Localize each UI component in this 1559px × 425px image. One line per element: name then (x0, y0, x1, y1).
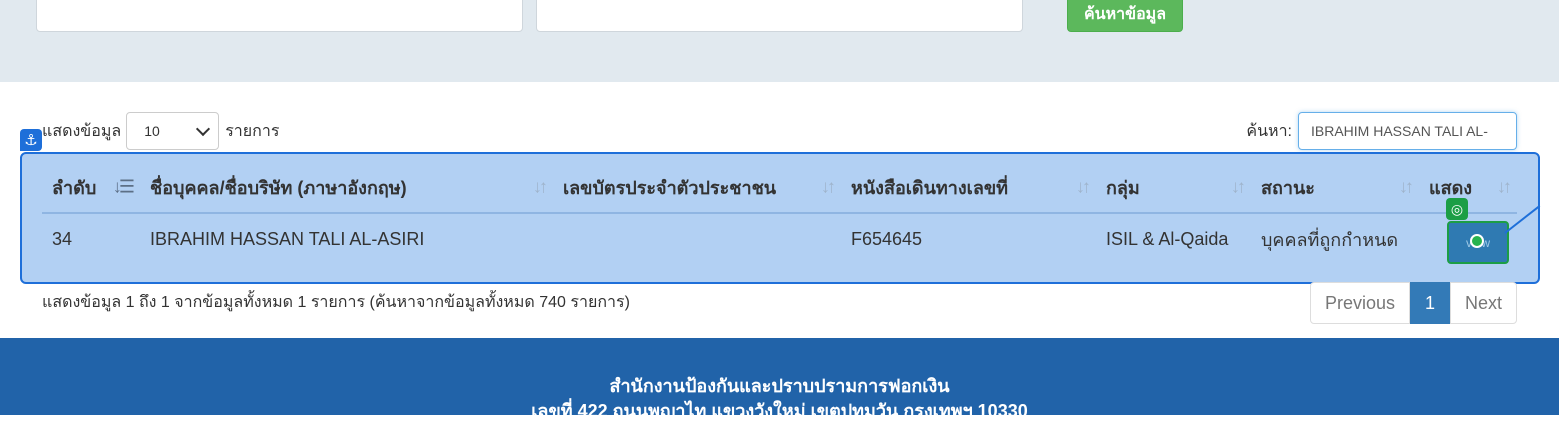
length-value: 10 (144, 123, 160, 139)
col-header-group[interactable]: กลุ่ม ↓↑ (1096, 162, 1251, 214)
pagination: Previous 1 Next (1310, 282, 1517, 324)
footer: สำนักงานป้องกันและปราบปรามการฟอกเงิน เลข… (0, 338, 1559, 421)
length-prefix: แสดงข้อมูล (42, 122, 122, 140)
search-button[interactable]: ค้นหาข้อมูล (1067, 0, 1183, 32)
cell-no: 34 (52, 228, 73, 249)
sort-icon: ↓↑ (533, 176, 548, 197)
table-filter: ค้นหา: IBRAHIM HASSAN TALI AL- (1246, 112, 1517, 150)
col-header-no[interactable]: ลำดับ ↓☰ (42, 162, 140, 214)
cell-status: บุคคลที่ถูกกำหนด (1261, 229, 1399, 250)
cell-id-card (553, 213, 841, 264)
col-header-status[interactable]: สถานะ ↓↑ (1251, 162, 1419, 214)
cell-passport: F654645 (851, 228, 923, 249)
pagination-page-1[interactable]: 1 (1410, 282, 1450, 324)
pagination-previous[interactable]: Previous (1310, 282, 1410, 324)
col-header-id-card[interactable]: เลขบัตรประจำตัวประชาชน ↓↑ (553, 162, 841, 214)
col-header-view[interactable]: แสดง ↓↑ (1419, 162, 1517, 214)
col-header-passport[interactable]: หนังสือเดินทางเลขที่ ↓↑ (841, 162, 1096, 214)
sort-icon: ↓↑ (1399, 176, 1414, 197)
length-control: แสดงข้อมูล 10 รายการ (42, 112, 279, 150)
search-panel: ค้นหาข้อมูล (0, 0, 1559, 82)
col-header-name[interactable]: ชื่อบุคคล/ชื่อบริษัท (ภาษาอังกฤษ) ↓↑ (140, 162, 553, 214)
sort-icon: ↓↑ (1231, 176, 1246, 197)
sort-icon: ↓↑ (1497, 176, 1512, 197)
cell-name: IBRAHIM HASSAN TALI AL-ASIRI (150, 228, 425, 249)
click-target-ring (1470, 234, 1484, 248)
table-info: แสดงข้อมูล 1 ถึง 1 จากข้อมูลทั้งหมด 1 รา… (42, 294, 630, 311)
sort-icon: ↓↑ (821, 176, 836, 197)
anchor-icon: ⚓ (20, 129, 42, 151)
sort-icon: ↓☰ (112, 176, 135, 197)
pagination-next[interactable]: Next (1450, 282, 1517, 324)
chevron-down-icon (196, 121, 211, 137)
results-table: ลำดับ ↓☰ ชื่อบุคคล/ชื่อบริษัท (ภาษาอังกฤษ… (42, 162, 1517, 264)
length-select[interactable]: 10 (126, 112, 220, 150)
table-header-row: ลำดับ ↓☰ ชื่อบุคคล/ชื่อบริษัท (ภาษาอังกฤษ… (42, 162, 1517, 214)
search-field-name[interactable] (36, 0, 523, 32)
table-row: 34 IBRAHIM HASSAN TALI AL-ASIRI F654645 … (42, 213, 1517, 264)
filter-label: ค้นหา: (1246, 122, 1292, 140)
sort-icon: ↓↑ (1076, 176, 1091, 197)
search-field-id[interactable] (536, 0, 1023, 32)
cell-group: ISIL & Al-Qaida (1106, 228, 1229, 249)
target-icon: ◎ (1446, 198, 1468, 220)
footer-address: เลขที่ 422 ถนนพญาไท แขวงวังใหม่ เขตปทุมว… (531, 401, 1028, 421)
filter-input[interactable]: IBRAHIM HASSAN TALI AL- (1298, 112, 1517, 150)
length-suffix: รายการ (225, 122, 280, 140)
